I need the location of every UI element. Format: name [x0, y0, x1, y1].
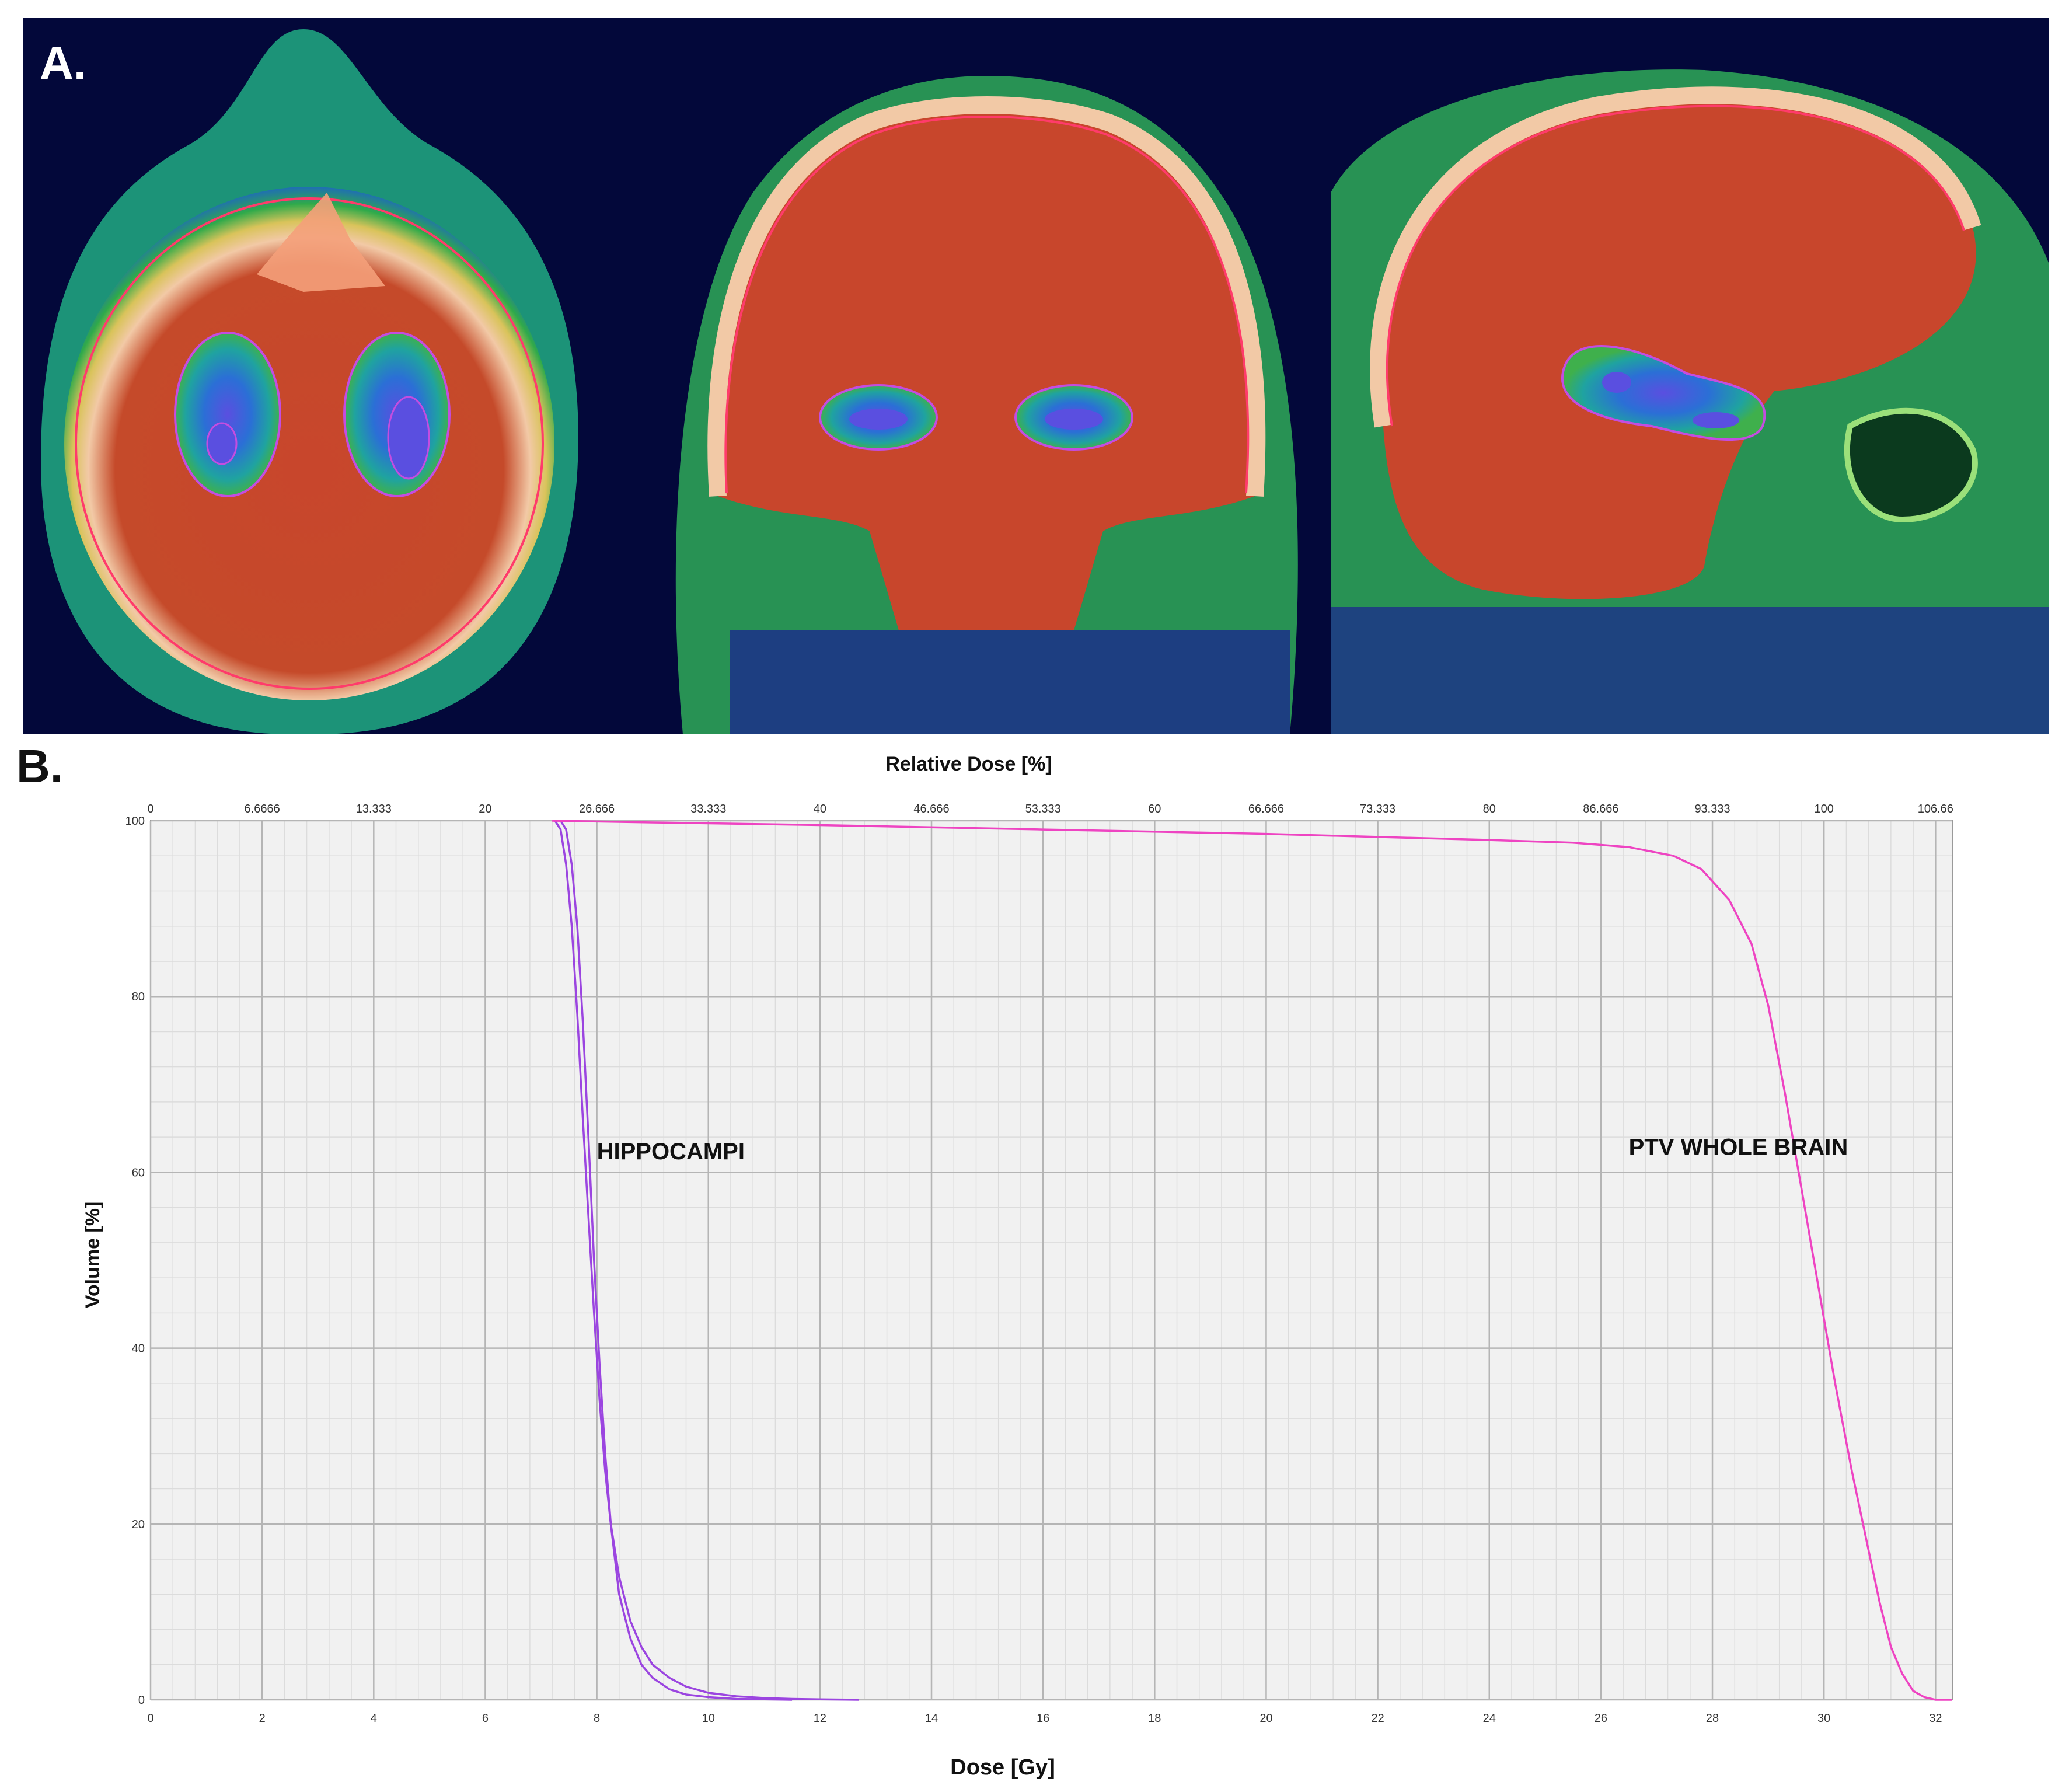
y-tick-label: 20	[132, 1518, 145, 1531]
top-tick-label: 66.666	[1248, 803, 1284, 815]
x-tick-label: 28	[1706, 1712, 1719, 1725]
top-tick-label: 26.666	[579, 803, 615, 815]
top-tick-label: 60	[1148, 803, 1161, 815]
x-tick-label: 14	[925, 1712, 938, 1725]
dose-images: A.	[23, 18, 2049, 734]
x-tick-label: 4	[371, 1712, 377, 1725]
top-tick-label: 33.333	[690, 803, 726, 815]
panel-b-label: B.	[16, 741, 63, 792]
top-tick-label: 0	[147, 803, 153, 815]
x-tick-label: 10	[702, 1712, 715, 1725]
y-tick-label: 100	[125, 815, 145, 828]
curve-annotation: PTV WHOLE BRAIN	[1629, 1134, 1848, 1160]
x-axis-title: Dose [Gy]	[950, 1755, 1055, 1780]
y-axis-title: Volume [%]	[82, 1202, 104, 1309]
plot-area: 0 2 4 6 8 10 12 14 16 18 20 22 24 26 28 30 320 6.6666 13.3…	[125, 803, 1953, 1725]
top-tick-label: 93.333	[1694, 803, 1730, 815]
y-tick-label: 40	[132, 1343, 145, 1355]
x-tick-label: 30	[1817, 1712, 1830, 1725]
y-tick-label: 80	[132, 991, 145, 1003]
top-tick-label: 6.6666	[245, 803, 280, 815]
top-tick-label: 13.333	[356, 803, 392, 815]
x-tick-label: 24	[1483, 1712, 1496, 1725]
x-tick-label: 12	[814, 1712, 826, 1725]
top-tick-label: 86.666	[1583, 803, 1618, 815]
top-tick-label: 100	[1814, 803, 1833, 815]
x-tick-label: 18	[1148, 1712, 1161, 1725]
x-tick-label: 2	[259, 1712, 266, 1725]
panel-a-label: A.	[40, 37, 86, 89]
plot-background	[150, 820, 1953, 1700]
x-tick-label: 32	[1929, 1712, 1942, 1725]
curve-annotation: HIPPOCAMPI	[597, 1139, 745, 1165]
dvh-chart: B. Relative Dose [%] Dose [Gy] Volume [%…	[16, 741, 1953, 1780]
coronal-view	[675, 76, 1298, 734]
x-tick-label: 0	[147, 1712, 153, 1725]
x-tick-label: 6	[482, 1712, 489, 1725]
top-tick-label: 53.333	[1025, 803, 1061, 815]
dvh-chart-panel: B. Relative Dose [%] Dose [Gy] Volume [%…	[0, 741, 2069, 1792]
top-tick-label: 40	[814, 803, 826, 815]
top-tick-label: 46.666	[913, 803, 949, 815]
x-tick-label: 20	[1259, 1712, 1272, 1725]
top-axis-title: Relative Dose [%]	[885, 753, 1052, 775]
x-tick-label: 16	[1037, 1712, 1049, 1725]
y-tick-label: 0	[138, 1694, 145, 1707]
top-tick-label: 73.333	[1360, 803, 1395, 815]
dose-distribution-panel: A.	[23, 18, 2049, 734]
y-tick-label: 60	[132, 1166, 145, 1179]
top-tick-label: 106.66	[1918, 803, 1953, 815]
x-tick-label: 22	[1371, 1712, 1384, 1725]
x-tick-label: 8	[594, 1712, 600, 1725]
sagittal-view	[1331, 69, 2049, 734]
x-tick-label: 26	[1595, 1712, 1607, 1725]
top-tick-label: 80	[1483, 803, 1496, 815]
top-tick-label: 20	[479, 803, 491, 815]
